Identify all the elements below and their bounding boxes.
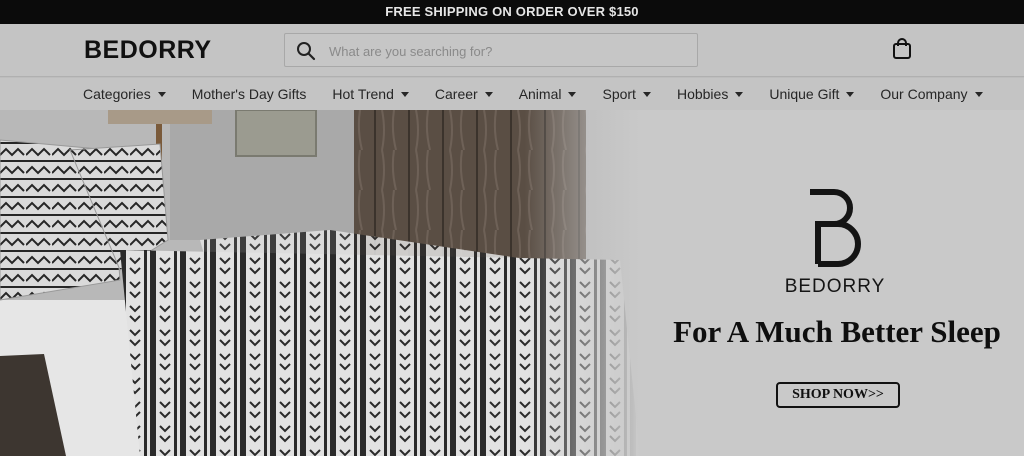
chevron-down-icon [846,91,855,97]
chevron-down-icon [157,91,166,97]
hero-tagline: For A Much Better Sleep [673,314,1001,349]
nav-item-label: Hot Trend [332,86,394,102]
nav-item-label: Mother's Day Gifts [191,86,307,102]
nav-item-hobbies[interactable]: Hobbies [676,86,744,102]
nav-item-sport[interactable]: Sport [602,86,651,102]
shopping-bag-icon[interactable] [892,38,912,60]
chevron-down-icon [642,91,651,97]
hero-bedroom-photo [0,110,640,456]
site-header: BEDORRY [0,24,1024,77]
nav-item-categories[interactable]: Categories [83,86,166,102]
nav-item-label: Animal [518,86,562,102]
nav-item-label: Unique Gift [769,86,840,102]
bedorry-logo-mark [810,189,861,267]
chevron-down-icon [974,91,983,97]
nav-item-label: Sport [602,86,636,102]
chevron-down-icon [484,91,493,97]
nav-item-career[interactable]: Career [435,86,493,102]
nav-item-label: Categories [83,86,151,102]
nav-item-mother-s-day-gifts[interactable]: Mother's Day Gifts [192,86,307,102]
nav-item-label: Hobbies [676,86,729,102]
chevron-down-icon [735,91,744,97]
chevron-down-icon [400,91,409,97]
nav-item-hot-trend[interactable]: Hot Trend [332,86,409,102]
search-input[interactable] [329,40,689,62]
nav-item-label: Our Company [880,86,968,102]
nav-item-label: Career [434,86,478,102]
announcement-bar: FREE SHIPPING ON ORDER OVER $150 [0,0,1024,24]
search-icon[interactable] [296,41,316,61]
hero-brand-name: BEDORRY [784,276,886,297]
main-nav: Categories Mother's Day Gifts Hot Trend Car… [0,78,1024,110]
site-logo[interactable]: BEDORRY [84,36,212,65]
nav-item-animal[interactable]: Animal [519,86,577,102]
chevron-down-icon [568,91,577,97]
nav-item-unique-gift[interactable]: Unique Gift [769,86,855,102]
search-box[interactable] [284,33,698,67]
nav-item-our-company[interactable]: Our Company [880,86,983,102]
shop-now-button[interactable]: SHOP NOW>> [776,382,900,408]
announcement-text: FREE SHIPPING ON ORDER OVER $150 [385,4,639,19]
